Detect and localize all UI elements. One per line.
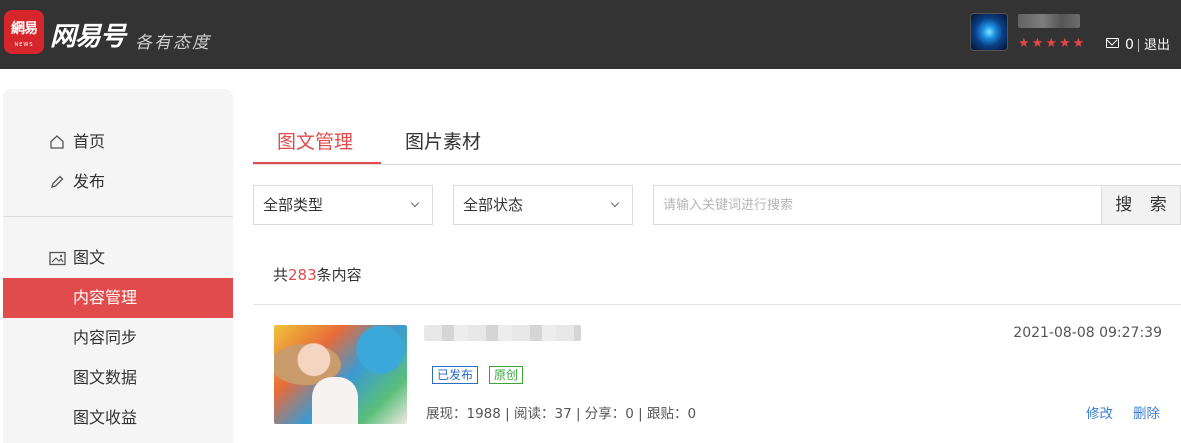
- count-suffix: 条内容: [316, 266, 362, 284]
- sidebar-item-publish[interactable]: 发布: [3, 162, 233, 202]
- sidebar-item-label: 发布: [73, 172, 106, 191]
- status-select-value: 全部状态: [463, 196, 524, 214]
- type-select[interactable]: 全部类型: [253, 185, 433, 225]
- count-prefix: 共: [273, 266, 289, 284]
- home-icon: [48, 122, 66, 162]
- count-number: 283: [288, 266, 317, 284]
- image-icon: [48, 238, 66, 278]
- status-badge-original: 原创: [489, 366, 524, 384]
- sidebar-item-article-revenue[interactable]: 图文收益: [3, 398, 233, 438]
- header-divider: [1138, 39, 1139, 52]
- logo-text: 網易: [11, 21, 38, 37]
- pencil-icon: [48, 162, 66, 202]
- edit-link[interactable]: 修改: [1086, 405, 1113, 423]
- status-badge-published: 已发布: [432, 366, 479, 384]
- article-thumbnail[interactable]: [274, 325, 407, 424]
- star-icon: ★: [1018, 36, 1030, 51]
- thumbnail-figure: [312, 377, 358, 424]
- article-title-redacted[interactable]: [424, 325, 581, 341]
- search-button[interactable]: 搜 索: [1101, 185, 1181, 225]
- sidebar-item-label: 图文数据: [73, 368, 138, 387]
- content-tabs: 图文管理 图片素材: [253, 120, 1181, 165]
- sidebar-item-article-data[interactable]: 图文数据: [3, 358, 233, 398]
- brand-slogan: 各有态度: [135, 33, 211, 53]
- article-timestamp: 2021-08-08 09:27:39: [1013, 325, 1162, 341]
- star-icon: ★: [1072, 36, 1085, 51]
- sidebar-section-articles[interactable]: 图文: [3, 238, 233, 278]
- sidebar-item-content-sync[interactable]: 内容同步: [3, 318, 233, 358]
- tab-image-assets[interactable]: 图片素材: [405, 128, 481, 156]
- article-stats: 展现：1988 | 阅读：37 | 分享：0 | 跟贴：0: [426, 406, 697, 422]
- sidebar-divider: [3, 216, 233, 217]
- logo-subtext: NEWS: [14, 42, 34, 48]
- sidebar: 首页 发布 图文 内容管理 内容同步 图文数据 图文收益: [3, 89, 233, 443]
- logout-link[interactable]: 退出: [1144, 37, 1170, 55]
- sidebar-item-label: 内容同步: [73, 328, 138, 347]
- sidebar-item-label: 内容管理: [73, 288, 138, 307]
- chevron-down-icon: [610, 198, 620, 208]
- brand-name[interactable]: 网易号: [50, 16, 126, 53]
- star-icon: ★: [1031, 36, 1044, 51]
- netease-logo[interactable]: 網易 NEWS: [4, 10, 44, 54]
- chevron-down-icon: [410, 198, 420, 208]
- sidebar-item-label: 图文: [73, 248, 106, 267]
- delete-link[interactable]: 删除: [1133, 405, 1160, 423]
- status-select[interactable]: 全部状态: [453, 185, 633, 225]
- article-list-item: 已发布 原创 展现：1988 | 阅读：37 | 分享：0 | 跟贴：0 202…: [253, 304, 1181, 443]
- star-icon: ★: [1058, 36, 1071, 51]
- star-icon: ★: [1045, 36, 1057, 51]
- sidebar-item-home[interactable]: 首页: [3, 122, 233, 162]
- content-count: 共283条内容: [273, 265, 362, 285]
- username-redacted: [1018, 14, 1080, 28]
- sidebar-item-content-management[interactable]: 内容管理: [3, 278, 233, 318]
- active-tab-indicator: [253, 162, 381, 164]
- type-select-value: 全部类型: [263, 196, 324, 214]
- rating-stars: ★ ★ ★ ★ ★: [1018, 36, 1084, 52]
- top-header: 網易 NEWS 网易号 各有态度 ★ ★ ★ ★ ★ 0 退出: [0, 0, 1181, 69]
- sidebar-item-label: 首页: [73, 132, 106, 151]
- sidebar-item-label: 图文收益: [73, 408, 138, 427]
- mail-icon[interactable]: [1106, 38, 1119, 48]
- message-count[interactable]: 0: [1125, 36, 1134, 54]
- user-avatar[interactable]: [970, 13, 1008, 51]
- search-input[interactable]: [653, 185, 1102, 225]
- tab-article-management[interactable]: 图文管理: [277, 128, 353, 156]
